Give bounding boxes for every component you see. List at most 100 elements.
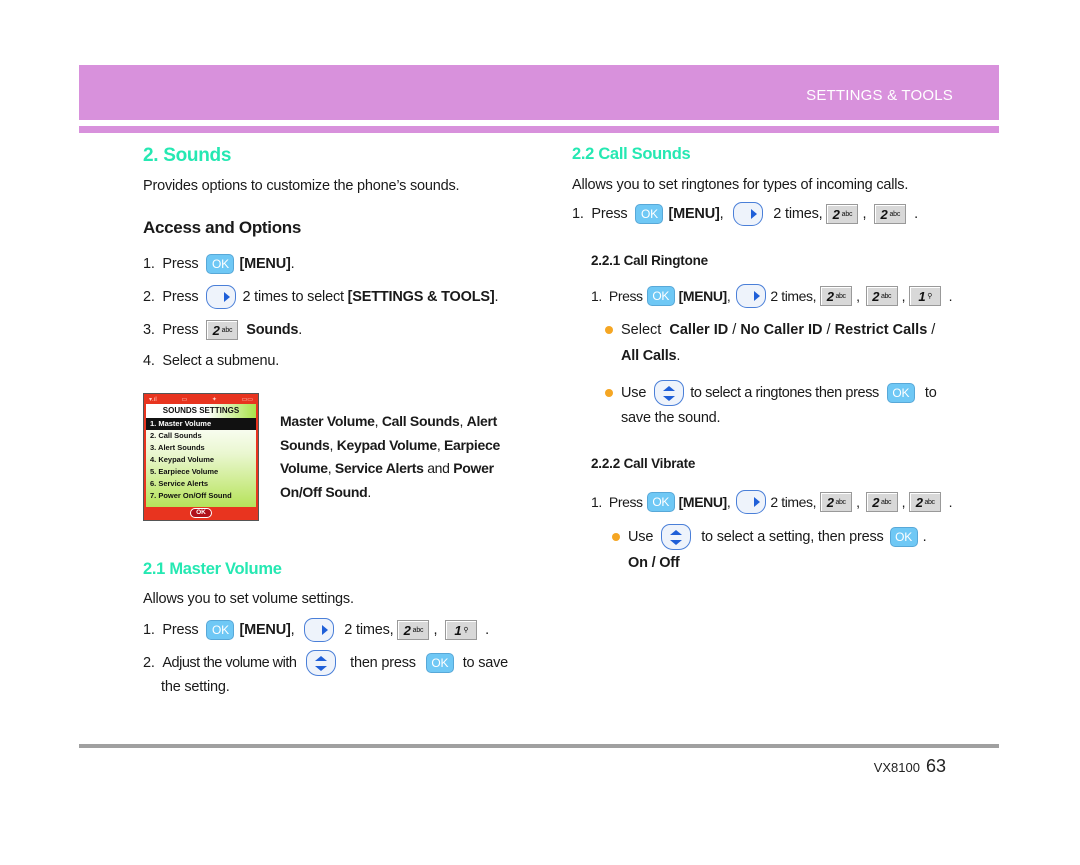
step-number: 2. bbox=[143, 289, 155, 305]
option-restrict-calls: Restrict Calls bbox=[834, 322, 928, 338]
option-all-calls: All Calls bbox=[621, 348, 677, 364]
phone-menu-item: 2. Call Sounds bbox=[150, 431, 202, 440]
nav-right-key-icon bbox=[304, 618, 335, 642]
battery-icon: ▭▭ bbox=[241, 397, 253, 403]
ok-key-icon: OK bbox=[206, 620, 235, 640]
phone-menu-item: 1. Master Volume bbox=[146, 418, 256, 430]
punct: . bbox=[290, 256, 295, 272]
page-footer: VX8100 63 bbox=[874, 756, 946, 777]
nav-right-key-icon bbox=[206, 285, 237, 309]
step-text: 2 times, bbox=[770, 288, 817, 304]
menu-label: [MENU] bbox=[239, 622, 291, 638]
master-volume-heading: 2.1 Master Volume bbox=[143, 560, 282, 578]
step-number: 1. bbox=[143, 256, 155, 272]
master-volume-step-2: 2. Adjust the volume with then press OK … bbox=[143, 650, 508, 676]
nav-right-key-icon bbox=[733, 202, 764, 226]
ok-key-icon: OK bbox=[889, 527, 918, 547]
bullet-text: to select a setting, then press bbox=[701, 529, 884, 545]
ok-key-icon: OK bbox=[206, 254, 235, 274]
call-sounds-heading: 2.2 Call Sounds bbox=[572, 145, 691, 163]
model-name: VX8100 bbox=[873, 760, 920, 775]
step-text: 2 times, bbox=[344, 622, 394, 638]
step-text: Press bbox=[162, 256, 199, 272]
call-ringtone-step-1: 1. Press OK [MENU], 2 times, 2 abc, 2 abc,… bbox=[591, 284, 953, 308]
master-volume-step-2-cont: the setting. bbox=[161, 679, 230, 695]
page-number: 63 bbox=[925, 756, 946, 776]
call-ringtone-heading: 2.2.1 Call Ringtone bbox=[591, 253, 708, 268]
key-2-abc-icon: 2 abc bbox=[826, 204, 859, 224]
phone-menu-item: 5. Earpiece Volume bbox=[150, 467, 219, 476]
step-text: Select a submenu. bbox=[162, 353, 280, 369]
punct: . bbox=[494, 289, 499, 305]
bullet-text: Select bbox=[621, 322, 662, 338]
call-vibrate-bullet-1: Use to select a setting, then press OK . bbox=[612, 524, 927, 550]
bullet-text: Use bbox=[621, 385, 647, 401]
step-number: 1. bbox=[591, 494, 602, 510]
step-text: Press bbox=[608, 494, 643, 510]
nav-right-key-icon bbox=[736, 490, 767, 514]
step-text: 2 times, bbox=[773, 206, 823, 222]
step-text: Adjust the volume with bbox=[162, 655, 297, 671]
menu-label: [MENU] bbox=[668, 206, 720, 222]
menu-label: [MENU] bbox=[678, 494, 728, 510]
bullet-text: to bbox=[924, 385, 937, 401]
option-on-off: On / Off bbox=[628, 555, 680, 571]
call-vibrate-heading: 2.2.2 Call Vibrate bbox=[591, 456, 696, 471]
ok-key-icon: OK bbox=[646, 286, 675, 306]
master-volume-step-1: 1. Press OK [MENU], 2 times, 2 abc, 1 ⚲ . bbox=[143, 618, 489, 642]
step-2: 2. Press 2 times to select [SETTINGS & T… bbox=[143, 285, 498, 309]
submenu-name: Call Sounds bbox=[381, 413, 460, 429]
ok-key-icon: OK bbox=[635, 204, 664, 224]
option-caller-id: Caller ID bbox=[669, 322, 729, 338]
header-rule bbox=[79, 126, 999, 133]
phone-menu-item: 3. Alert Sounds bbox=[150, 443, 205, 452]
punct: . bbox=[298, 322, 303, 338]
section-header-band: SETTINGS & TOOLS bbox=[79, 65, 999, 120]
signal-icon: ▾.ıl bbox=[149, 397, 157, 403]
menu-label: [MENU] bbox=[239, 256, 291, 272]
footer-rule bbox=[79, 744, 999, 748]
step-text: 2 times to select bbox=[242, 289, 344, 305]
call-ringtone-bullet-1-cont: All Calls. bbox=[621, 348, 681, 364]
submenu-name: Master Volume bbox=[280, 413, 375, 429]
nav-right-key-icon bbox=[736, 284, 767, 308]
step-1: 1. Press OK [MENU]. bbox=[143, 254, 295, 274]
step-number: 1. bbox=[572, 206, 584, 222]
phone-screen-image: ▾.ıl ▭ ✦ ▭▭ SOUNDS SETTINGS 1. Master Vo… bbox=[143, 393, 259, 521]
phone-menu-item: 7. Power On/Off Sound bbox=[150, 491, 232, 500]
key-1-voicemail-icon: 1 ⚲ bbox=[445, 620, 478, 640]
page-title: 2. Sounds bbox=[143, 145, 232, 166]
nav-up-down-key-icon bbox=[654, 380, 685, 406]
ok-key-icon: OK bbox=[425, 653, 454, 673]
key-1-voicemail-icon: 1 ⚲ bbox=[909, 286, 942, 306]
call-ringtone-bullet-1: Select Caller ID / No Caller ID / Restri… bbox=[605, 322, 935, 338]
phone-ok-softkey: OK bbox=[190, 508, 212, 518]
key-2-abc-icon: 2 abc bbox=[865, 286, 898, 306]
bullet-icon bbox=[605, 326, 613, 334]
bullet-text: Use bbox=[628, 529, 654, 545]
phone-menu-list: 1. Master Volume 2. Call Sounds 3. Alert… bbox=[146, 418, 256, 507]
key-2-abc-icon: 2 abc bbox=[397, 620, 430, 640]
ok-key-icon: OK bbox=[646, 492, 675, 512]
phone-screen-title: SOUNDS SETTINGS bbox=[146, 404, 256, 418]
phone-menu-item: 6. Service Alerts bbox=[150, 479, 209, 488]
key-2-abc-icon: 2 abc bbox=[206, 320, 239, 340]
call-ringtone-bullet-2-cont: save the sound. bbox=[621, 410, 721, 426]
key-2-abc-icon: 2 abc bbox=[909, 492, 942, 512]
key-2-abc-icon: 2 abc bbox=[874, 204, 907, 224]
nav-up-down-key-icon bbox=[306, 650, 337, 676]
step-text: Press bbox=[162, 289, 199, 305]
submenu-name: Keypad Volume bbox=[336, 436, 437, 453]
nav-up-down-key-icon bbox=[661, 524, 692, 550]
phone-status-bar: ▾.ıl ▭ ✦ ▭▭ bbox=[146, 395, 256, 404]
key-2-abc-icon: 2 abc bbox=[820, 492, 853, 512]
call-ringtone-bullet-2: Use to select a ringtones then press OK … bbox=[605, 380, 937, 406]
submenu-description: Master Volume, Call Sounds, Alert Sounds… bbox=[280, 413, 500, 500]
phone-soft-key-bar: OK bbox=[146, 507, 256, 519]
step-number: 2. bbox=[143, 655, 155, 671]
section-title: SETTINGS & TOOLS bbox=[806, 87, 953, 104]
call-vibrate-options: On / Off bbox=[628, 555, 680, 571]
step-number: 1. bbox=[143, 622, 155, 638]
bullet-icon bbox=[605, 389, 613, 397]
bullet-text: to select a ringtones then press bbox=[690, 385, 879, 401]
